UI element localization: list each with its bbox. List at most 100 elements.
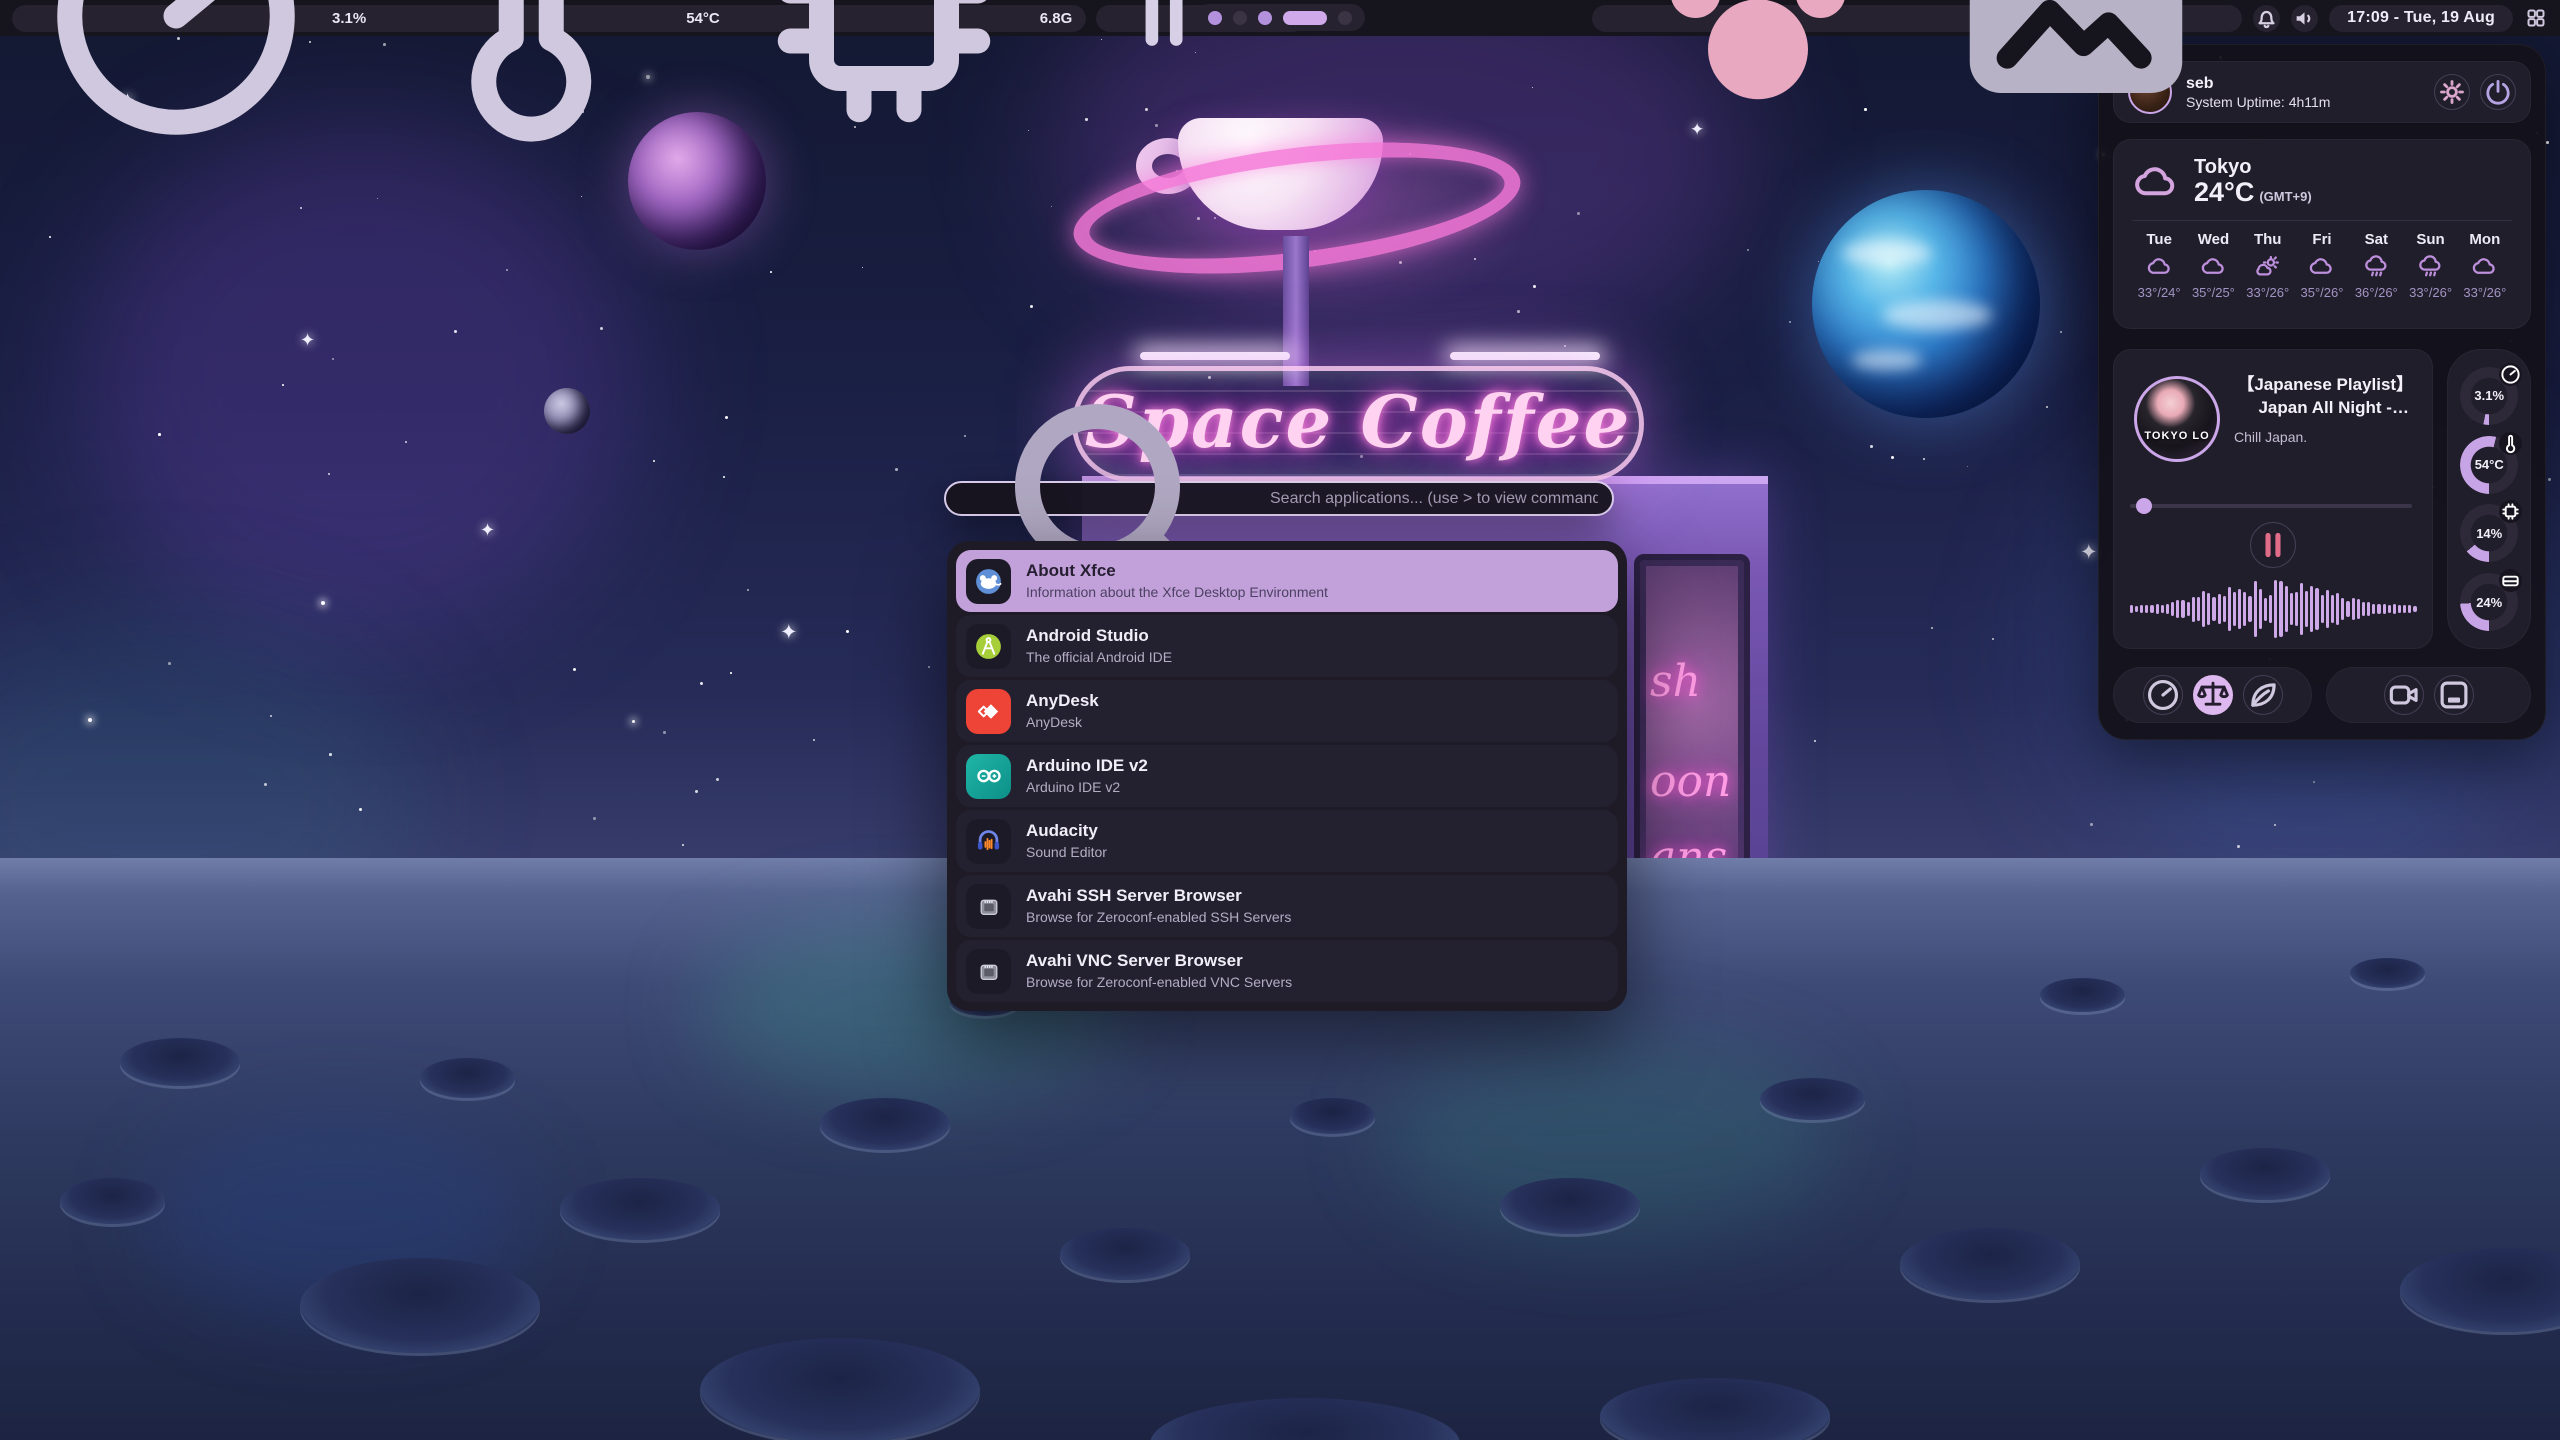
album-art-text: TOKYO LO [2137, 430, 2217, 442]
waveform-bar [2274, 580, 2277, 638]
waveform-bar [2357, 599, 2360, 619]
app-name: AnyDesk [1026, 690, 1099, 713]
forecast-temps: 35°/26° [2301, 285, 2344, 300]
waveform-bar [2315, 588, 2318, 630]
workspace-dot-empty[interactable] [1233, 11, 1247, 25]
progress-thumb[interactable] [2136, 498, 2152, 514]
clock[interactable]: 17:09 - Tue, 19 Aug [2329, 5, 2513, 32]
forecast-temps: 33°/26° [2409, 285, 2452, 300]
star [2060, 331, 2062, 333]
speaker-icon [2291, 5, 2318, 32]
audacity-app-icon [966, 819, 1011, 864]
volume-button[interactable] [2291, 5, 2318, 32]
track-progress-slider[interactable] [2130, 498, 2412, 514]
star [1992, 638, 1994, 640]
launcher-search[interactable] [944, 481, 1614, 516]
waveform-bar [2305, 591, 2308, 628]
forecast-day-label: Tue [2146, 231, 2172, 248]
star [573, 668, 576, 671]
overview-grid-button[interactable] [2524, 6, 2548, 30]
waveform-bar [2171, 602, 2174, 615]
crater [2350, 958, 2425, 988]
temperature-stat: 54°C [380, 0, 720, 170]
thermometer-icon [380, 0, 680, 170]
star [632, 720, 635, 723]
star [895, 468, 898, 471]
crater [700, 1338, 980, 1440]
app-name: Avahi VNC Server Browser [1026, 950, 1292, 973]
star [1533, 285, 1536, 288]
forecast-temps: 33°/26° [2463, 285, 2506, 300]
waveform-bar [2413, 606, 2416, 613]
waveform-bar [2130, 605, 2133, 613]
waveform-bar [2207, 593, 2210, 625]
crater [2400, 1248, 2560, 1332]
star [695, 790, 698, 793]
video-camera-icon [2385, 676, 2423, 714]
search-input[interactable] [1270, 490, 1598, 508]
forecast-day: Fri35°/26° [2295, 231, 2349, 300]
crater [1760, 1078, 1865, 1120]
wallpaper-button[interactable] [2434, 675, 2474, 715]
star [725, 416, 728, 419]
star [270, 715, 272, 717]
waveform-bar [2346, 601, 2349, 617]
profile-performance-button[interactable] [2143, 675, 2183, 715]
top-bar: 3.1% 54°C 6.8G 【Japanese Playlist】 J... [0, 0, 2560, 36]
waveform-bar [2181, 600, 2184, 619]
launcher-result[interactable]: Arduino IDE v2Arduino IDE v2 [956, 745, 1618, 807]
star [716, 778, 719, 781]
launcher-result[interactable]: AudacitySound Editor [956, 810, 1618, 872]
workspace-dot-active[interactable] [1283, 11, 1327, 25]
waveform-bar [2326, 590, 2329, 628]
star [700, 682, 703, 685]
app-description: The official Android IDE [1026, 648, 1172, 666]
workspace-dot-occupied[interactable] [1208, 11, 1222, 25]
crater [1060, 1228, 1190, 1280]
screenshot-tool-icon[interactable] [1926, 0, 2226, 168]
waveform-bar [2388, 605, 2391, 613]
cpu-usage-stat: 3.1% [26, 0, 366, 170]
gear-icon [2435, 75, 2469, 109]
rain-icon [2417, 253, 2444, 280]
profile-powersave-button[interactable] [2243, 675, 2283, 715]
waveform-bar [2383, 604, 2386, 614]
waveform-bar [2145, 605, 2148, 613]
tray-app-icon[interactable] [1608, 0, 1908, 168]
pause-button[interactable] [2250, 522, 2296, 568]
star [846, 630, 849, 633]
arduino-app-icon [966, 754, 1011, 799]
scales-icon [2194, 676, 2232, 714]
system-gauge: 24% [2460, 573, 2518, 631]
audio-visualizer [2130, 578, 2416, 640]
launcher-result[interactable]: About XfceInformation about the Xfce Des… [956, 550, 1618, 612]
launcher-result[interactable]: Avahi SSH Server BrowserBrowse for Zeroc… [956, 875, 1618, 937]
settings-button[interactable] [2434, 74, 2470, 110]
waveform-bar [2264, 598, 2267, 621]
profile-balanced-button[interactable] [2193, 675, 2233, 715]
app-description: Arduino IDE v2 [1026, 778, 1148, 796]
waveform-bar [2398, 605, 2401, 613]
app-name: Android Studio [1026, 625, 1172, 648]
suncloud-icon [2254, 253, 2281, 280]
power-icon [2481, 75, 2515, 109]
launcher-result[interactable]: Avahi VNC Server BrowserBrowse for Zeroc… [956, 940, 1618, 1002]
waveform-bar [2140, 605, 2143, 613]
launcher-result[interactable]: Android StudioThe official Android IDE [956, 615, 1618, 677]
screen-record-button[interactable] [2384, 675, 2424, 715]
forecast-day: Tue33°/24° [2132, 231, 2186, 300]
notifications-button[interactable] [2253, 5, 2280, 32]
app-description: Sound Editor [1026, 843, 1107, 861]
power-button[interactable] [2480, 74, 2516, 110]
system-gauge: 54°C [2460, 436, 2518, 494]
weather-timezone: (GMT+9) [2259, 189, 2311, 204]
forecast-day-label: Sat [2365, 231, 2388, 248]
launcher-result[interactable]: AnyDeskAnyDesk [956, 680, 1618, 742]
workspace-dot-occupied[interactable] [1258, 11, 1272, 25]
waveform-bar [2336, 593, 2339, 625]
workspace-dot-empty[interactable] [1338, 11, 1352, 25]
waveform-bar [2362, 602, 2365, 615]
star [593, 817, 596, 820]
bright-star: ✦ [480, 520, 495, 541]
top-bar-right: 17:09 - Tue, 19 Aug [1592, 5, 2548, 32]
